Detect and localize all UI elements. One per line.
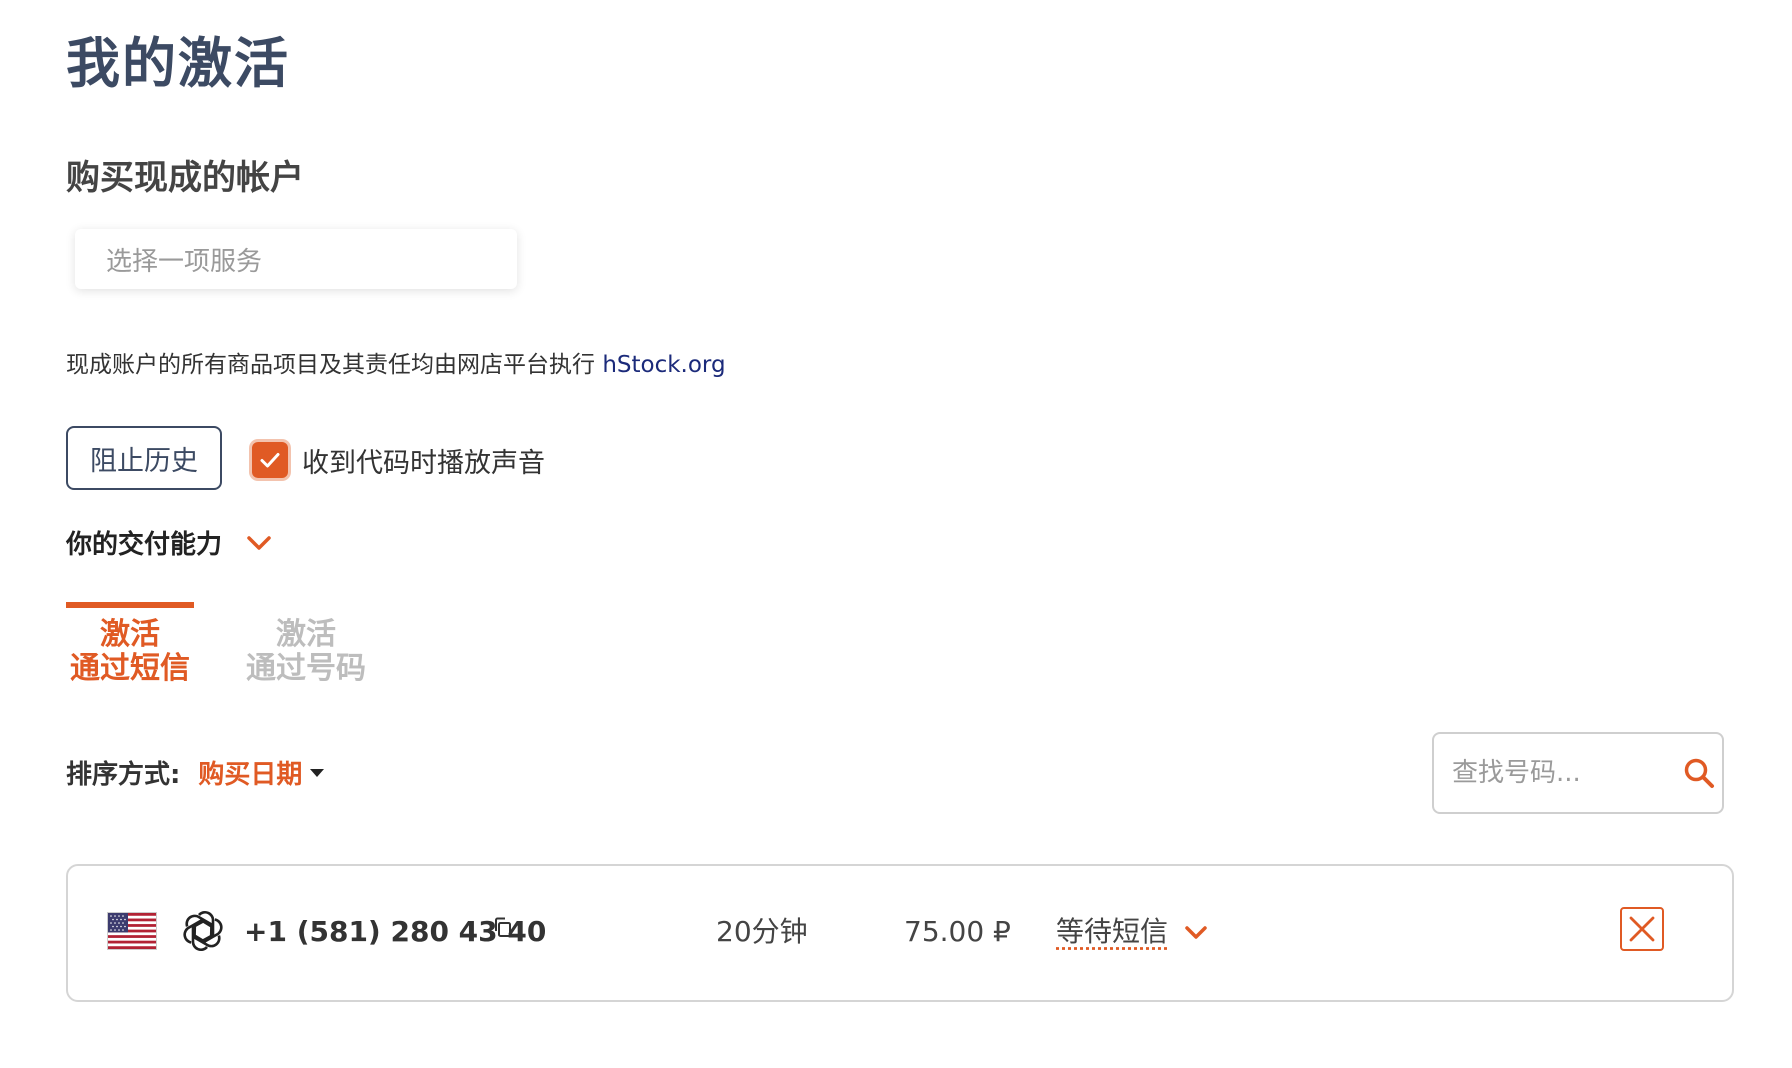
activation-row: +1 (581) 280 43 40 20分钟 75.00 ₽ 等待短信 — [66, 864, 1734, 1002]
sort-label: 排序方式: — [66, 760, 181, 790]
block-history-button[interactable]: 阻止历史 — [66, 426, 222, 490]
checkmark-icon — [260, 453, 280, 468]
search-icon[interactable] — [1682, 756, 1716, 790]
info-text: 现成账户的所有商品项目及其责任均由网店平台执行 — [66, 352, 595, 378]
service-select-placeholder: 选择一项服务 — [106, 246, 263, 277]
tab-line: 激活 — [100, 617, 160, 652]
close-icon — [1629, 916, 1655, 942]
status-text: 等待短信 — [1056, 915, 1169, 948]
tab-sms-activation[interactable]: 激活 通过短信 — [66, 602, 194, 686]
cancel-button[interactable] — [1620, 907, 1664, 951]
time-left: 20分钟 — [716, 915, 808, 948]
tab-line: 通过号码 — [246, 651, 366, 686]
delivery-capability-label: 你的交付能力 — [66, 530, 223, 560]
sound-checkbox[interactable] — [252, 442, 288, 478]
search-box — [1432, 732, 1724, 814]
sound-checkbox-row: 收到代码时播放声音 — [252, 440, 545, 480]
tab-line: 激活 — [276, 617, 336, 652]
hstock-link[interactable]: hStock.org — [602, 352, 725, 378]
ready-accounts-info: 现成账户的所有商品项目及其责任均由网店平台执行 hStock.org — [66, 348, 726, 382]
delivery-capability-toggle[interactable]: 你的交付能力 — [66, 524, 272, 561]
tab-number-activation[interactable]: 激活 通过号码 — [242, 602, 370, 686]
service-select[interactable]: 选择一项服务 — [75, 229, 517, 289]
chevron-down-icon — [1184, 924, 1208, 940]
page-title: 我的激活 — [66, 32, 290, 95]
ready-accounts-title: 购买现成的帐户 — [66, 158, 304, 198]
status-dropdown[interactable]: 等待短信 — [1056, 912, 1208, 952]
sort-dropdown[interactable]: 购买日期 — [198, 754, 302, 791]
openai-icon — [183, 910, 223, 952]
copy-icon[interactable] — [492, 916, 514, 944]
caret-down-icon[interactable] — [310, 768, 325, 777]
sound-checkbox-label[interactable]: 收到代码时播放声音 — [302, 441, 545, 480]
activation-tabs: 激活 通过短信 激活 通过号码 — [66, 602, 370, 686]
sort-row: 排序方式: 购买日期 — [66, 754, 325, 791]
us-flag-icon — [108, 913, 156, 949]
chevron-down-icon — [246, 534, 272, 552]
tab-line: 通过短信 — [70, 651, 190, 686]
page: 我的激活 购买现成的帐户 选择一项服务 现成账户的所有商品项目及其责任均由网店平… — [66, 0, 1736, 1068]
price: 75.00 ₽ — [904, 915, 1011, 948]
search-input[interactable] — [1450, 757, 1664, 789]
